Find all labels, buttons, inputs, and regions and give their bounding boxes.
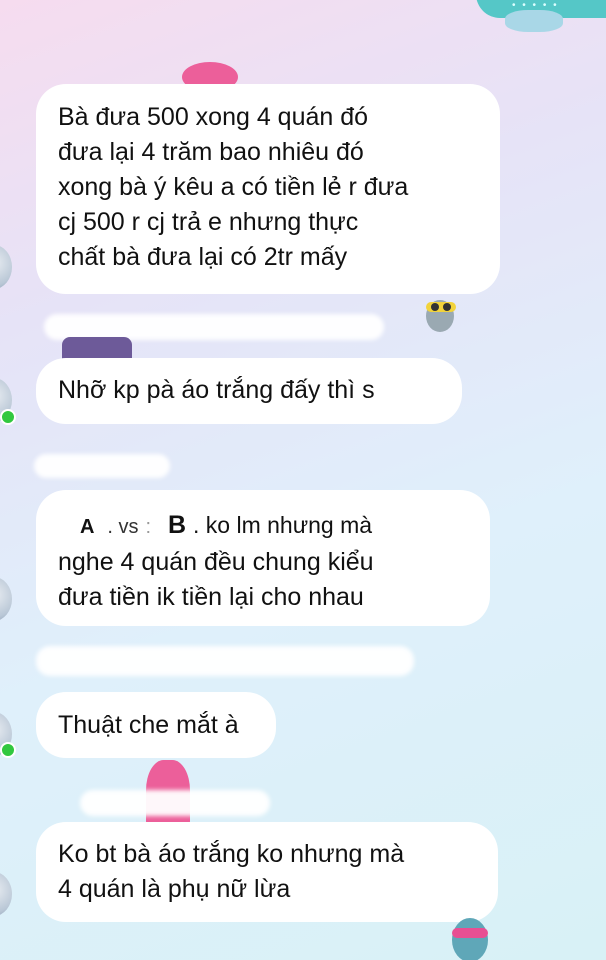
troll-sticker-icon bbox=[426, 300, 456, 332]
message-text-line: A . vs : B . ko lm nhưng mà bbox=[58, 508, 470, 545]
online-status-dot bbox=[0, 742, 16, 758]
avatar[interactable] bbox=[0, 577, 12, 621]
received-message-bubble[interactable]: A . vs : B . ko lm nhưng mà nghe 4 quán … bbox=[36, 490, 490, 626]
avatar[interactable] bbox=[0, 245, 12, 289]
message-text-line: đưa tiền ik tiền lại cho nhau bbox=[58, 583, 364, 611]
avatar[interactable] bbox=[0, 872, 12, 916]
message-text-line: 4 quán là phụ nữ lừa bbox=[58, 875, 291, 903]
message-text-line: nghe 4 quán đều chung kiểu bbox=[58, 548, 374, 576]
message-text-line: Bà đưa 500 xong 4 quán đó bbox=[58, 103, 369, 131]
received-message-bubble[interactable]: Thuật che mắt à bbox=[36, 692, 276, 758]
message-text-line: cj 500 r cj trả e nhưng thực bbox=[58, 208, 359, 236]
message-text-line: Ko bt bà áo trắng ko nhưng mà bbox=[58, 840, 405, 868]
message-text-line: xong bà ý kêu a có tiền lẻ r đưa bbox=[58, 173, 409, 201]
message-text-line: Nhỡ kp pà áo trắng đấy thì s bbox=[58, 376, 375, 404]
troll-sticker-icon bbox=[452, 918, 488, 960]
redacted-name-b: B bbox=[168, 511, 187, 539]
message-text-line: Thuật che mắt à bbox=[58, 711, 239, 739]
redacted-sender-name bbox=[80, 790, 270, 816]
online-status-dot bbox=[0, 409, 16, 425]
sticker-blue-troll bbox=[505, 10, 563, 32]
message-text-line: chất bà đưa lại có 2tr mấy bbox=[58, 243, 348, 271]
redacted-sender-name bbox=[36, 646, 414, 676]
received-message-bubble[interactable]: Bà đưa 500 xong 4 quán đó đưa lại 4 trăm… bbox=[36, 84, 500, 294]
received-message-bubble[interactable]: Ko bt bà áo trắng ko nhưng mà 4 quán là … bbox=[36, 822, 498, 922]
redacted-name-a: A bbox=[80, 516, 95, 538]
message-text-line: . ko lm nhưng mà bbox=[193, 512, 373, 538]
colon-separator: : bbox=[145, 516, 152, 538]
vs-separator: . vs bbox=[107, 516, 139, 538]
redacted-sender-name bbox=[34, 454, 170, 478]
message-text-line: đưa lại 4 trăm bao nhiêu đó bbox=[58, 138, 364, 166]
received-message-bubble[interactable]: Nhỡ kp pà áo trắng đấy thì s bbox=[36, 358, 462, 424]
